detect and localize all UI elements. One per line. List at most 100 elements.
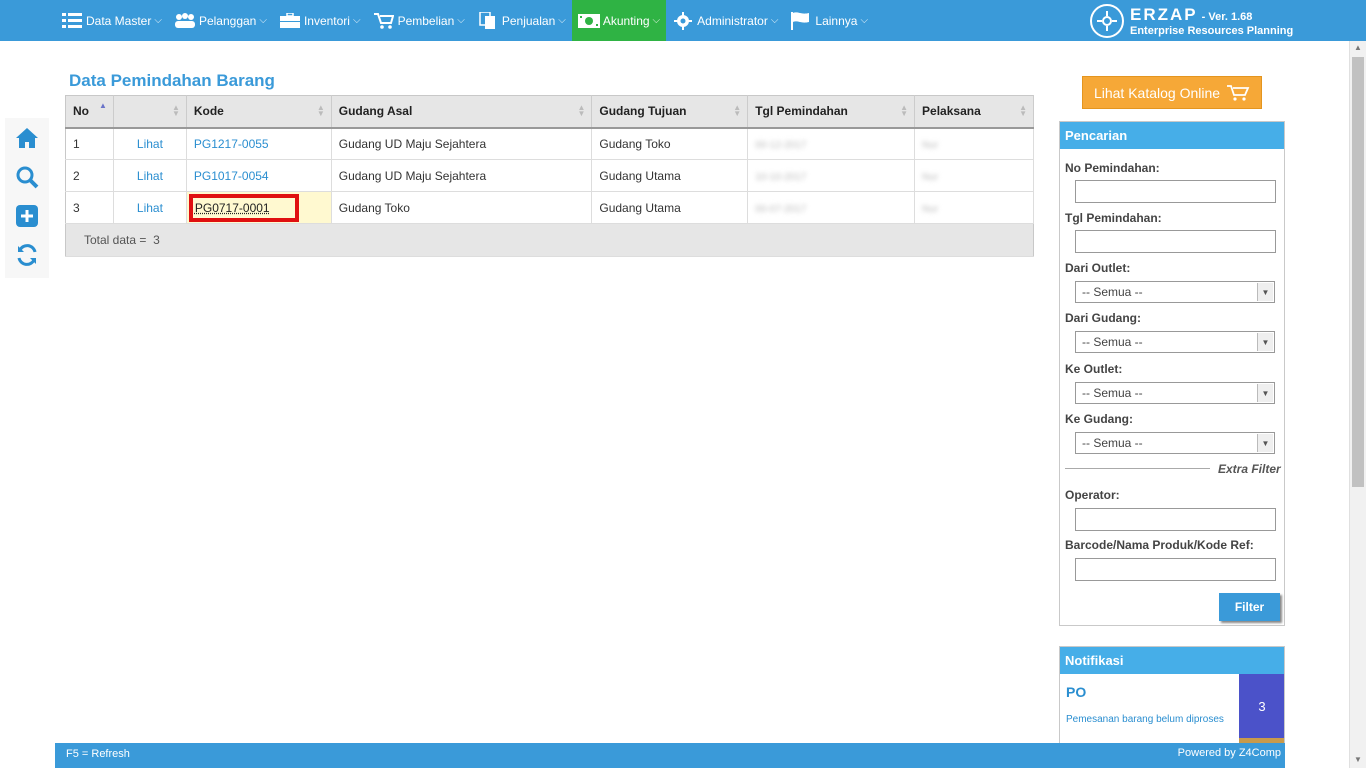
sort-asc-icon: ▲ — [99, 101, 107, 110]
nav-pelanggan[interactable]: Pelanggan ⌵ — [168, 0, 273, 41]
nav-inventori-label: Inventori — [303, 13, 350, 28]
extra-filter-toggle[interactable]: Extra Filter — [1218, 462, 1281, 476]
col-header-tgl[interactable]: Tgl Pemindahan ▲ ▼ — [747, 95, 916, 129]
table-row: 2 Lihat PG1017-0054 Gudang UD Maju Sejah… — [65, 159, 1034, 192]
list-icon — [61, 12, 83, 30]
cell-tgl: 10-10-2017 — [755, 171, 807, 183]
scroll-up-icon[interactable]: ▲ — [1354, 43, 1362, 52]
table-row: 1 Lihat PG1217-0055 Gudang UD Maju Sejah… — [65, 127, 1034, 160]
gear-icon — [672, 11, 694, 30]
lihat-katalog-button[interactable]: Lihat Katalog Online — [1082, 76, 1262, 109]
refresh-button[interactable] — [5, 240, 49, 270]
notification-item[interactable]: PO Pemesanan barang belum diproses 3 — [1060, 674, 1284, 745]
top-navbar: Data Master ⌵ Pelanggan ⌵ Inventori ⌵ Pe… — [0, 0, 1366, 41]
brand-version: - Ver. 1.68 — [1201, 11, 1253, 23]
money-icon — [577, 12, 600, 30]
cell-no: 1 — [65, 127, 114, 160]
col-header-gudang-tujuan[interactable]: Gudang Tujuan ▲ ▼ — [591, 95, 749, 129]
add-button[interactable] — [5, 201, 49, 231]
ke-gudang-select[interactable]: -- Semua -- ▼ — [1075, 432, 1275, 454]
nav-pelanggan-label: Pelanggan — [198, 13, 257, 28]
cell-pelaksana: Nur — [922, 203, 939, 215]
tgl-pemindahan-label: Tgl Pemindahan: — [1065, 211, 1162, 225]
lihat-link[interactable]: Lihat — [137, 137, 163, 151]
nav-penjualan[interactable]: Penjualan ⌵ — [471, 0, 572, 41]
dari-outlet-label: Dari Outlet: — [1065, 261, 1131, 275]
kode-link-selected[interactable]: PG0717-0001 — [188, 193, 299, 222]
notification-count-badge: 3 — [1239, 674, 1284, 738]
notification-item-desc: Pemesanan barang belum diproses — [1066, 714, 1224, 725]
cell-gudang-asal: Gudang Toko — [331, 191, 593, 224]
cell-no: 2 — [65, 159, 114, 192]
col-header-gudang-asal[interactable]: Gudang Asal ▲ ▼ — [331, 95, 593, 129]
cell-pelaksana: Nur — [922, 171, 939, 183]
users-icon — [174, 12, 196, 30]
chevron-down-icon: ▼ — [1257, 384, 1273, 402]
nav-data-master[interactable]: Data Master ⌵ — [55, 0, 168, 41]
erzap-logo-icon — [1090, 4, 1124, 38]
barcode-input[interactable] — [1075, 558, 1276, 581]
chevron-down-icon: ▼ — [1257, 333, 1273, 351]
filter-button[interactable]: Filter — [1219, 593, 1280, 621]
lihat-link[interactable]: Lihat — [137, 169, 163, 183]
cell-no: 3 — [65, 191, 114, 224]
sort-icon: ▲ ▼ — [171, 103, 180, 118]
chevron-down-icon: ▼ — [1257, 283, 1273, 301]
col-header-pelaksana[interactable]: Pelaksana ▲ ▼ — [914, 95, 1034, 129]
chevron-down-icon: ⌵ — [770, 15, 779, 26]
tgl-pemindahan-input[interactable] — [1075, 230, 1276, 253]
table-row: 3 Lihat PG0717-0001 Gudang Toko Gudang U… — [65, 191, 1034, 224]
dari-gudang-select[interactable]: -- Semua -- ▼ — [1075, 331, 1275, 353]
footer-powered-by: Powered by Z4Comp — [1177, 747, 1281, 759]
cell-pelaksana: Nur — [922, 139, 939, 151]
cell-gudang-asal: Gudang UD Maju Sejahtera — [331, 127, 593, 160]
nav-akunting[interactable]: Akunting ⌵ — [571, 0, 667, 41]
ke-outlet-select[interactable]: -- Semua -- ▼ — [1075, 382, 1275, 404]
brand-name: ERZAP — [1130, 5, 1198, 24]
scroll-down-icon[interactable]: ▼ — [1354, 755, 1362, 764]
chevron-down-icon: ▼ — [1257, 434, 1273, 452]
cell-gudang-asal: Gudang UD Maju Sejahtera — [331, 159, 593, 192]
cell-tgl: 00-12-2017 — [755, 139, 807, 151]
brand: ERZAP - Ver. 1.68 Enterprise Resources Pl… — [1090, 4, 1293, 38]
scroll-thumb[interactable] — [1352, 57, 1364, 487]
nav-akunting-label: Akunting — [602, 13, 650, 28]
col-header-no[interactable]: No ▲ — [65, 95, 114, 129]
nav-inventori[interactable]: Inventori ⌵ — [273, 0, 367, 41]
nav-pembelian[interactable]: Pembelian ⌵ — [367, 0, 471, 41]
sort-icon: ▲ ▼ — [577, 103, 586, 118]
no-pemindahan-input[interactable] — [1075, 180, 1276, 203]
dari-outlet-select[interactable]: -- Semua -- ▼ — [1075, 281, 1275, 303]
search-button[interactable] — [5, 162, 49, 192]
ke-outlet-label: Ke Outlet: — [1065, 362, 1123, 376]
divider — [1065, 468, 1210, 469]
footer-refresh-hint: F5 = Refresh — [66, 748, 130, 760]
nav-lainnya-label: Lainnya — [815, 13, 858, 28]
cell-gudang-tujuan: Gudang Toko — [591, 127, 749, 160]
refresh-icon — [17, 244, 37, 266]
col-header-kode[interactable]: Kode ▲ ▼ — [186, 95, 332, 129]
nav-lainnya[interactable]: Lainnya ⌵ — [784, 0, 874, 41]
documents-icon — [477, 11, 499, 30]
home-icon — [16, 128, 38, 148]
no-pemindahan-label: No Pemindahan: — [1065, 161, 1160, 175]
flag-icon — [790, 11, 812, 30]
sort-icon: ▲ ▼ — [1019, 103, 1027, 118]
col-header-action[interactable]: ▲ ▼ — [113, 95, 187, 129]
kode-link[interactable]: PG1017-0054 — [194, 169, 269, 183]
kode-link[interactable]: PG1217-0055 — [194, 137, 269, 151]
operator-input[interactable] — [1075, 508, 1276, 531]
total-count: 3 — [153, 233, 160, 247]
lihat-link[interactable]: Lihat — [137, 201, 163, 215]
dari-gudang-label: Dari Gudang: — [1065, 311, 1142, 325]
home-button[interactable] — [5, 123, 49, 153]
notification-panel: Notifikasi PO Pemesanan barang belum dip… — [1059, 646, 1285, 746]
footer: F5 = Refresh Powered by Z4Comp — [55, 743, 1285, 768]
nav-data-master-label: Data Master — [86, 13, 152, 28]
data-grid: No ▲ ▲ ▼ Kode ▲ ▼ Gudang Asal ▲ ▼ Gudang Tujua… — [65, 95, 1034, 257]
nav-administrator-label: Administrator — [697, 13, 768, 28]
operator-label: Operator: — [1065, 488, 1120, 502]
nav-administrator[interactable]: Administrator ⌵ — [666, 0, 784, 41]
page-scrollbar[interactable]: ▲ ▼ — [1349, 41, 1366, 768]
chevron-down-icon: ⌵ — [860, 15, 869, 26]
